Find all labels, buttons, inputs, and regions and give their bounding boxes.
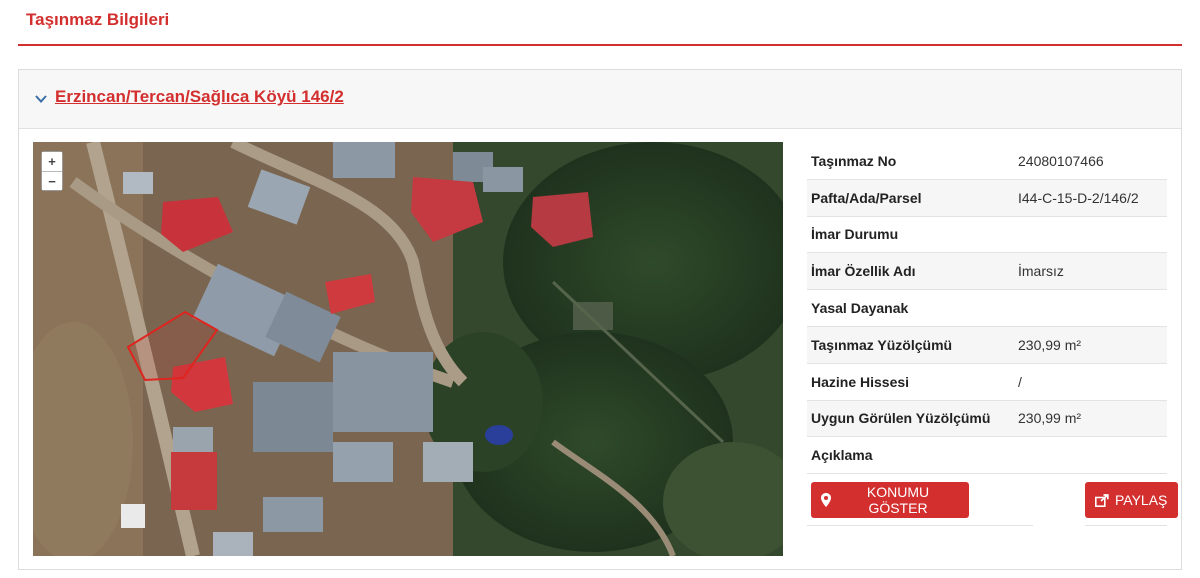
property-card: Erzincan/Tercan/Sağlıca Köyü 146/2 + − T… bbox=[18, 69, 1182, 570]
detail-value: I44-C-15-D-2/146/2 bbox=[1018, 189, 1139, 206]
detail-label: Taşınmaz Yüzölçümü bbox=[811, 336, 953, 353]
map-marker-icon bbox=[821, 493, 831, 508]
detail-label: Pafta/Ada/Parsel bbox=[811, 189, 922, 206]
detail-label: Taşınmaz No bbox=[811, 152, 897, 169]
detail-value: İmarsız bbox=[1018, 263, 1064, 280]
detail-row-tasinmaz-no: Taşınmaz No 24080107466 bbox=[807, 143, 1167, 180]
map-zoom-control: + − bbox=[41, 151, 63, 191]
property-details-table: Taşınmaz No 24080107466 Pafta/Ada/Parsel… bbox=[807, 143, 1178, 528]
detail-label: İmar Durumu bbox=[811, 226, 899, 243]
detail-row-imar-durumu: İmar Durumu bbox=[807, 217, 1167, 254]
detail-value: 230,99 m² bbox=[1018, 410, 1082, 427]
action-row: KONUMU GÖSTER PAYLAŞ bbox=[807, 474, 1178, 528]
map-imagery bbox=[33, 142, 783, 556]
detail-label: Uygun Görülen Yüzölçümü bbox=[811, 410, 991, 427]
detail-value: 24080107466 bbox=[1018, 152, 1104, 169]
property-card-header[interactable]: Erzincan/Tercan/Sağlıca Köyü 146/2 bbox=[19, 70, 1181, 129]
detail-row-pafta-ada-parsel: Pafta/Ada/Parsel I44-C-15-D-2/146/2 bbox=[807, 179, 1167, 217]
show-location-button[interactable]: KONUMU GÖSTER bbox=[811, 482, 969, 519]
detail-row-hazine-hissesi: Hazine Hissesi / bbox=[807, 364, 1167, 401]
detail-value: / bbox=[1018, 373, 1022, 390]
zoom-in-button[interactable]: + bbox=[42, 152, 62, 171]
chevron-down-icon[interactable] bbox=[34, 92, 48, 106]
property-title-link[interactable]: Erzincan/Tercan/Sağlıca Köyü 146/2 bbox=[55, 87, 344, 107]
detail-row-uygun-gorulen-yuzolcumu: Uygun Görülen Yüzölçümü 230,99 m² bbox=[807, 400, 1167, 438]
detail-row-aciklama: Açıklama bbox=[807, 437, 1167, 475]
satellite-map[interactable]: + − bbox=[33, 142, 783, 556]
title-divider bbox=[18, 44, 1182, 46]
detail-row-yasal-dayanak: Yasal Dayanak bbox=[807, 290, 1167, 327]
share-label: PAYLAŞ bbox=[1115, 492, 1168, 509]
detail-label: Hazine Hissesi bbox=[811, 373, 910, 390]
detail-value: 230,99 m² bbox=[1018, 336, 1082, 353]
share-button[interactable]: PAYLAŞ bbox=[1085, 482, 1178, 519]
share-icon bbox=[1095, 493, 1109, 507]
zoom-out-button[interactable]: − bbox=[42, 171, 62, 190]
detail-label: İmar Özellik Adı bbox=[811, 263, 916, 280]
show-location-label: KONUMU GÖSTER bbox=[866, 484, 930, 517]
detail-row-tasinmaz-yuzolcumu: Taşınmaz Yüzölçümü 230,99 m² bbox=[807, 326, 1167, 364]
page-title: Taşınmaz Bilgileri bbox=[26, 10, 170, 29]
detail-row-imar-ozellik-adi: İmar Özellik Adı İmarsız bbox=[807, 253, 1167, 291]
detail-label: Açıklama bbox=[811, 447, 873, 464]
detail-label: Yasal Dayanak bbox=[811, 300, 909, 317]
